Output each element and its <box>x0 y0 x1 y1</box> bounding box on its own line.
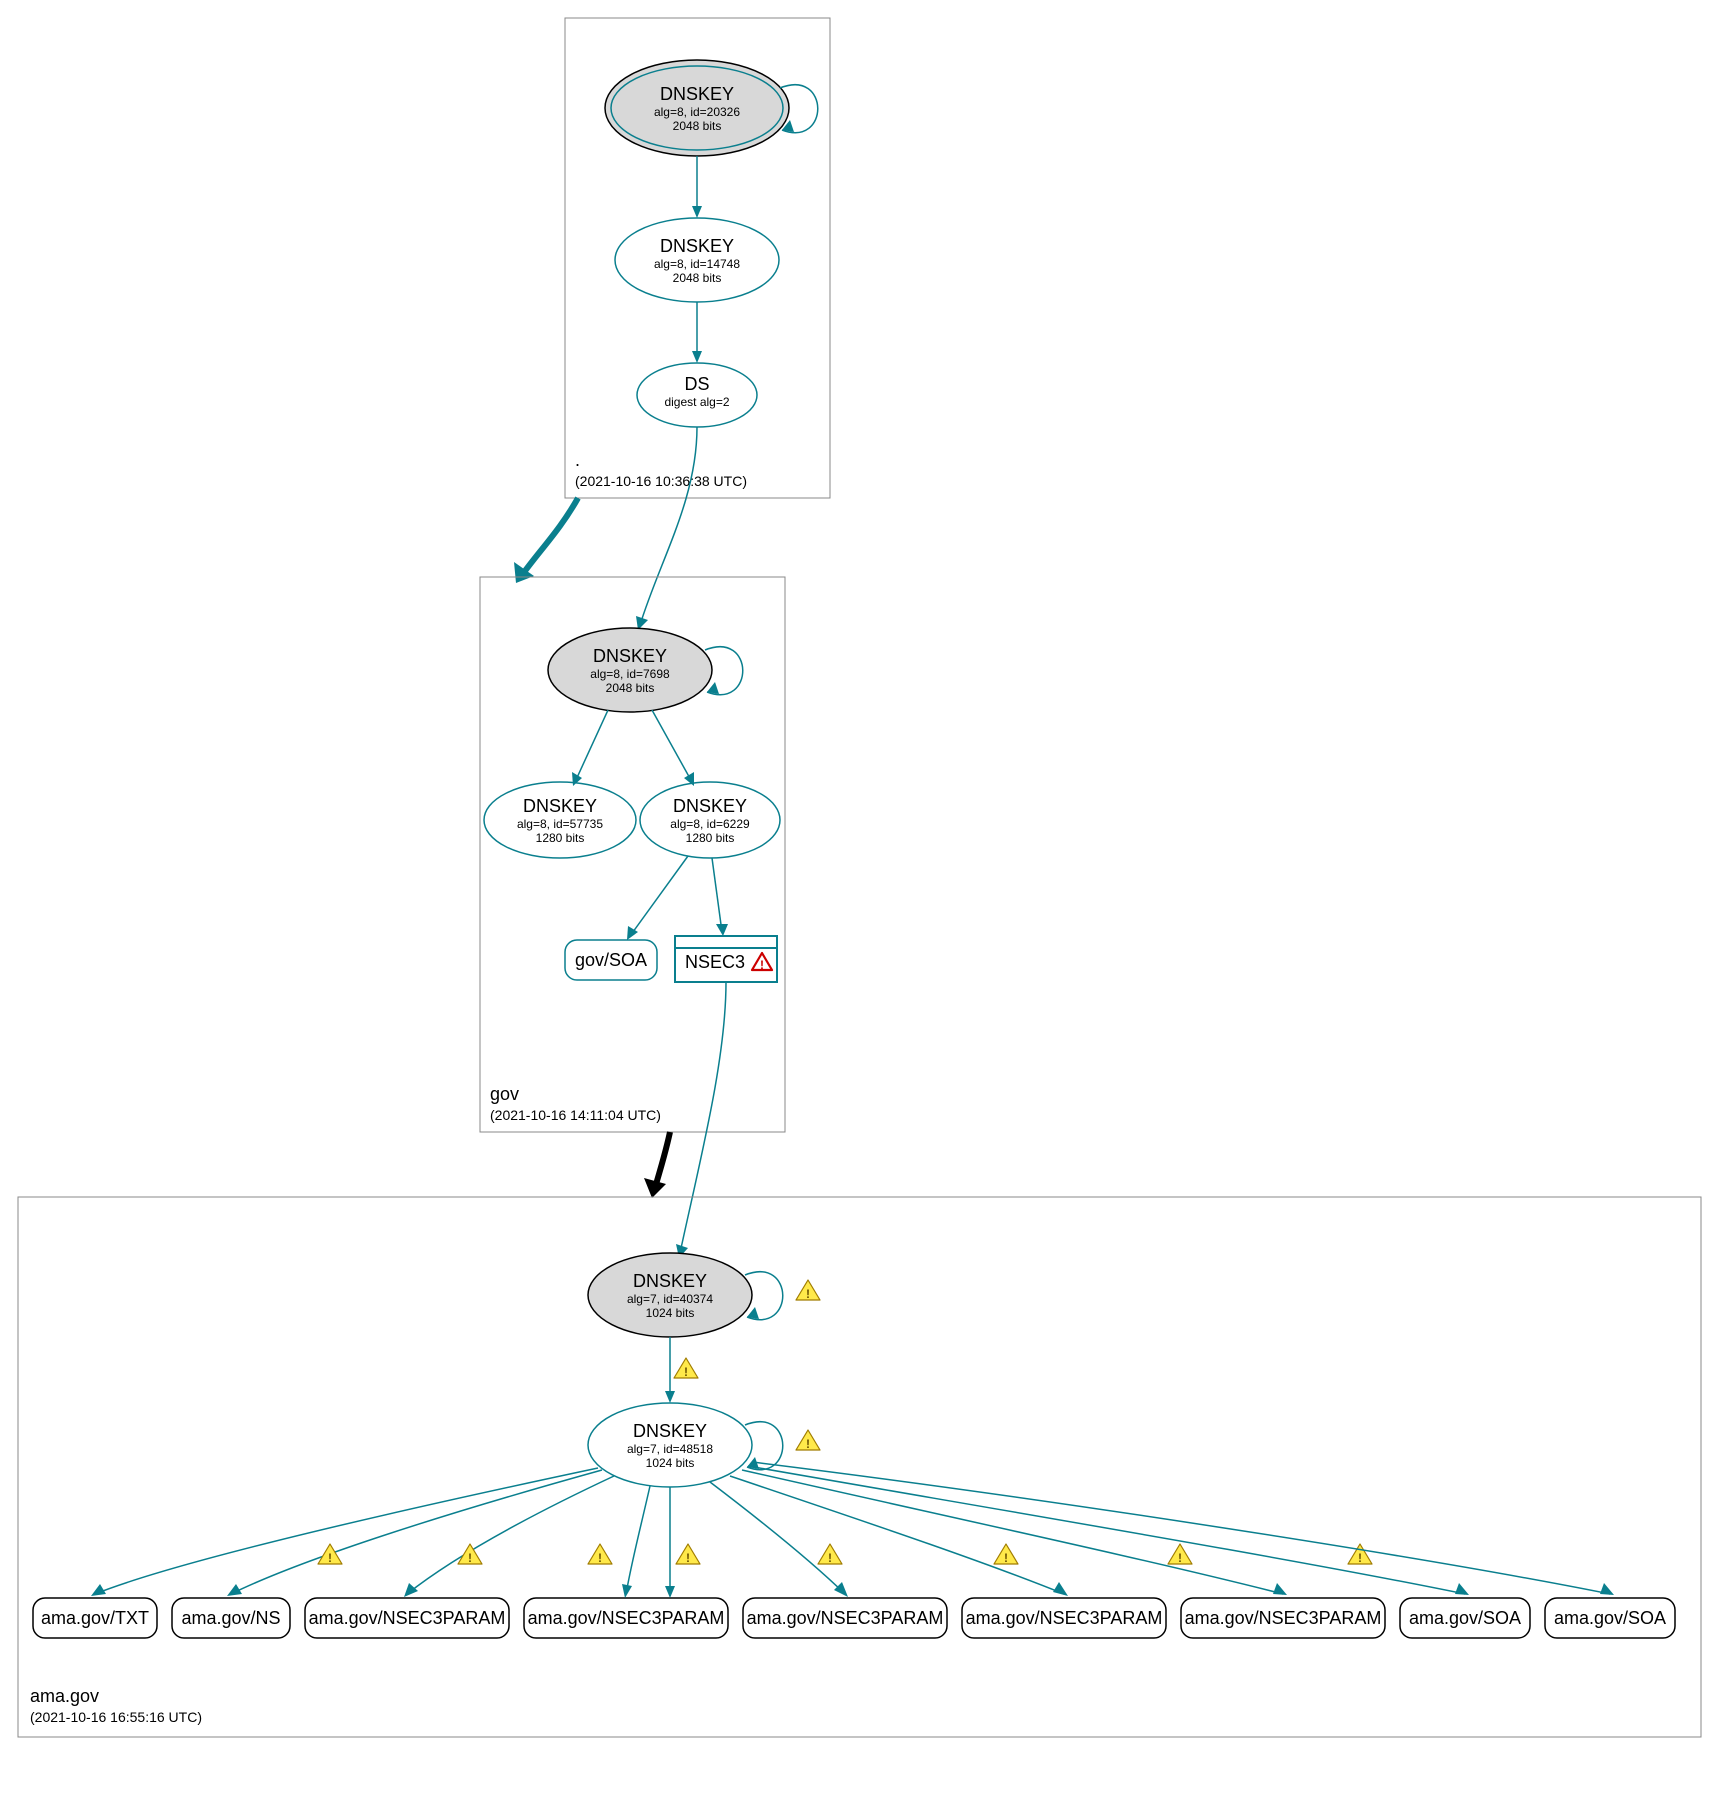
svg-text:DNSKEY: DNSKEY <box>593 646 667 666</box>
zone-ama: ama.gov (2021-10-16 16:55:16 UTC) DNSKEY… <box>18 1197 1701 1737</box>
svg-text:2048 bits: 2048 bits <box>673 271 722 285</box>
svg-text:!: ! <box>1004 1551 1008 1565</box>
node-gov-ksk: DNSKEY alg=8, id=7698 2048 bits <box>548 628 712 712</box>
svg-text:1280 bits: 1280 bits <box>536 831 585 845</box>
svg-text:!: ! <box>468 1551 472 1565</box>
rr-ama-ns: ama.gov/NS <box>172 1598 290 1638</box>
svg-text:ama.gov/NSEC3PARAM: ama.gov/NSEC3PARAM <box>309 1608 506 1628</box>
svg-text:digest alg=2: digest alg=2 <box>664 395 729 409</box>
svg-text:DNSKEY: DNSKEY <box>633 1421 707 1441</box>
svg-text:!: ! <box>1358 1551 1362 1565</box>
rr-ama-soa-2: ama.gov/SOA <box>1545 1598 1675 1638</box>
node-gov-zsk2: DNSKEY alg=8, id=6229 1280 bits <box>640 782 780 858</box>
svg-text:ama.gov/NSEC3PARAM: ama.gov/NSEC3PARAM <box>966 1608 1163 1628</box>
svg-text:alg=8, id=14748: alg=8, id=14748 <box>654 257 740 271</box>
edge-gov-ksk-to-zsk1 <box>575 710 608 782</box>
node-gov-soa: gov/SOA <box>565 940 657 980</box>
edge-ds-to-gov-ksk <box>640 427 697 625</box>
node-ama-ksk: DNSKEY alg=7, id=40374 1024 bits <box>588 1253 752 1337</box>
rr-ama-nsec3p-1: ama.gov/NSEC3PARAM <box>305 1598 509 1638</box>
node-root-zsk: DNSKEY alg=8, id=14748 2048 bits <box>615 218 779 302</box>
svg-text:ama.gov/SOA: ama.gov/SOA <box>1409 1608 1521 1628</box>
zone-root-timestamp: (2021-10-16 10:36:38 UTC) <box>575 473 747 489</box>
zone-root-name: . <box>575 450 580 470</box>
svg-text:2048 bits: 2048 bits <box>673 119 722 133</box>
svg-text:alg=8, id=7698: alg=8, id=7698 <box>590 667 670 681</box>
svg-text:DNSKEY: DNSKEY <box>523 796 597 816</box>
svg-text:DS: DS <box>684 374 709 394</box>
rr-ama-nsec3p-5: ama.gov/NSEC3PARAM <box>1181 1598 1385 1638</box>
warning-icon: ! <box>796 1280 820 1301</box>
zone-root: . (2021-10-16 10:36:38 UTC) DNSKEY alg=8… <box>565 18 830 498</box>
edge-gov-zsk2-to-soa <box>630 856 688 936</box>
svg-text:ama.gov/NS: ama.gov/NS <box>181 1608 280 1628</box>
edge-gov-nsec3-to-ama-ksk <box>680 982 726 1253</box>
node-gov-nsec3: NSEC3 ! <box>675 936 777 982</box>
warning-icon: ! <box>674 1358 698 1379</box>
svg-text:DNSKEY: DNSKEY <box>660 84 734 104</box>
svg-text:alg=7, id=48518: alg=7, id=48518 <box>627 1442 713 1456</box>
node-ama-zsk: DNSKEY alg=7, id=48518 1024 bits <box>588 1403 752 1487</box>
warning-icon: ! <box>1348 1544 1372 1565</box>
svg-text:ama.gov/NSEC3PARAM: ama.gov/NSEC3PARAM <box>1185 1608 1382 1628</box>
dnssec-auth-graph: . (2021-10-16 10:36:38 UTC) DNSKEY alg=8… <box>0 0 1719 1802</box>
warning-icon: ! <box>676 1544 700 1565</box>
zone-gov-name: gov <box>490 1084 519 1104</box>
rr-ama-txt: ama.gov/TXT <box>33 1598 157 1638</box>
warning-icon: ! <box>318 1544 342 1565</box>
svg-text:!: ! <box>686 1551 690 1565</box>
warning-icon: ! <box>818 1544 842 1565</box>
svg-text:DNSKEY: DNSKEY <box>660 236 734 256</box>
rr-ama-nsec3p-2: ama.gov/NSEC3PARAM <box>524 1598 728 1638</box>
svg-text:!: ! <box>1178 1551 1182 1565</box>
svg-text:!: ! <box>760 958 764 972</box>
rr-ama-soa-1: ama.gov/SOA <box>1400 1598 1530 1638</box>
svg-text:!: ! <box>598 1551 602 1565</box>
warning-icon: ! <box>1168 1544 1192 1565</box>
svg-text:DNSKEY: DNSKEY <box>633 1271 707 1291</box>
svg-text:!: ! <box>806 1437 810 1451</box>
svg-text:alg=7, id=40374: alg=7, id=40374 <box>627 1292 713 1306</box>
svg-text:alg=8, id=20326: alg=8, id=20326 <box>654 105 740 119</box>
svg-text:alg=8, id=57735: alg=8, id=57735 <box>517 817 603 831</box>
svg-text:gov/SOA: gov/SOA <box>575 950 647 970</box>
svg-text:1024 bits: 1024 bits <box>646 1456 695 1470</box>
edge-gov-ksk-to-zsk2 <box>652 710 692 782</box>
svg-text:1280 bits: 1280 bits <box>686 831 735 845</box>
svg-text:2048 bits: 2048 bits <box>606 681 655 695</box>
svg-text:ama.gov/NSEC3PARAM: ama.gov/NSEC3PARAM <box>528 1608 725 1628</box>
node-gov-zsk1: DNSKEY alg=8, id=57735 1280 bits <box>484 782 636 858</box>
svg-text:ama.gov/SOA: ama.gov/SOA <box>1554 1608 1666 1628</box>
warning-icon: ! <box>994 1544 1018 1565</box>
svg-text:ama.gov/TXT: ama.gov/TXT <box>41 1608 149 1628</box>
zone-gov-timestamp: (2021-10-16 14:11:04 UTC) <box>490 1107 661 1123</box>
edge-gov-zsk2-to-nsec3 <box>712 858 722 932</box>
svg-text:1024 bits: 1024 bits <box>646 1306 695 1320</box>
svg-text:!: ! <box>328 1551 332 1565</box>
zone-gov: gov (2021-10-16 14:11:04 UTC) DNSKEY alg… <box>480 577 785 1132</box>
warning-icon: ! <box>588 1544 612 1565</box>
svg-text:!: ! <box>684 1365 688 1379</box>
node-root-ds: DS digest alg=2 <box>637 363 757 427</box>
zone-ama-timestamp: (2021-10-16 16:55:16 UTC) <box>30 1709 202 1725</box>
svg-text:!: ! <box>806 1287 810 1301</box>
rr-ama-nsec3p-3: ama.gov/NSEC3PARAM <box>743 1598 947 1638</box>
svg-text:NSEC3: NSEC3 <box>685 952 745 972</box>
svg-text:!: ! <box>828 1551 832 1565</box>
rr-ama-nsec3p-4: ama.gov/NSEC3PARAM <box>962 1598 1166 1638</box>
edge-delegation-gov-to-ama <box>655 1132 670 1188</box>
svg-text:DNSKEY: DNSKEY <box>673 796 747 816</box>
zone-ama-name: ama.gov <box>30 1686 99 1706</box>
warning-icon: ! <box>458 1544 482 1565</box>
warning-icon: ! <box>796 1430 820 1451</box>
svg-text:ama.gov/NSEC3PARAM: ama.gov/NSEC3PARAM <box>747 1608 944 1628</box>
edge-delegation-root-to-gov <box>522 498 578 575</box>
node-root-ksk: DNSKEY alg=8, id=20326 2048 bits <box>605 60 789 156</box>
svg-text:alg=8, id=6229: alg=8, id=6229 <box>670 817 750 831</box>
edges-ama-fanout: ! ! ! ! ! <box>91 1462 1614 1598</box>
